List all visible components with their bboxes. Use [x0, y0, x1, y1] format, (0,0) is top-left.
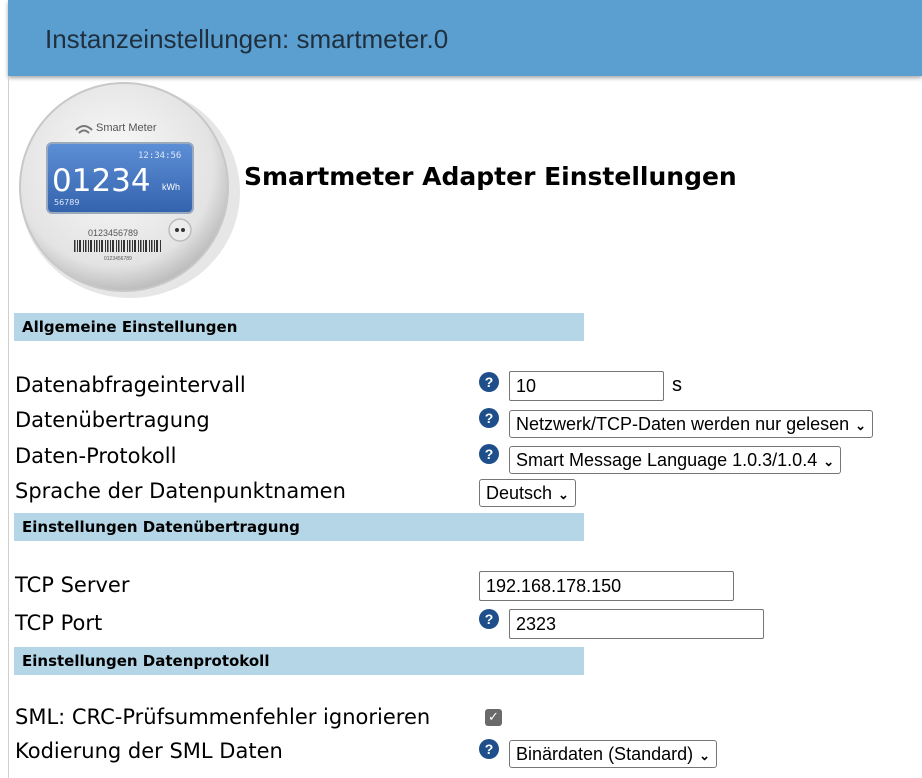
smart-meter-image: Smart Meter 12:34:56 01234 kWh 56789 012…	[19, 82, 240, 298]
section-general-header: Allgemeine Einstellungen	[14, 313, 584, 341]
tcp-port-input[interactable]	[509, 609, 764, 639]
tcp-server-input[interactable]	[479, 571, 734, 601]
encoding-label: Kodierung der SML Daten	[15, 739, 283, 763]
protocol-label: Daten-Protokoll	[15, 444, 177, 468]
tcp-server-label: TCP Server	[15, 573, 130, 597]
language-select-value: Deutsch	[486, 483, 553, 503]
language-select[interactable]: Deutsch ⌄	[479, 479, 576, 507]
meter-unit: kWh	[162, 182, 180, 192]
language-label: Sprache der Datenpunktnamen	[15, 479, 346, 503]
crc-ignore-label: SML: CRC-Prüfsummenfehler ignorieren	[15, 705, 431, 729]
section-transmission-header: Einstellungen Datenübertragung	[14, 513, 584, 541]
interval-label: Datenabfrageintervall	[15, 373, 246, 397]
meter-barcode-number: 0123456789	[88, 228, 138, 238]
transfer-select-value: Netzwerk/TCP-Daten werden nur gelesen	[516, 414, 850, 434]
chevron-down-icon: ⌄	[855, 418, 867, 433]
help-circle-icon[interactable]: ?	[479, 609, 499, 629]
tcp-port-label: TCP Port	[15, 611, 103, 635]
section-protocol-header: Einstellungen Datenprotokoll	[14, 647, 584, 675]
chevron-down-icon: ⌄	[558, 487, 569, 502]
meter-brand: Smart Meter	[96, 122, 157, 134]
checkmark-icon: ✓	[488, 710, 499, 725]
content-border	[8, 76, 9, 778]
transfer-label: Datenübertragung	[15, 408, 210, 432]
meter-reading: 01234	[52, 163, 151, 199]
transfer-select[interactable]: Netzwerk/TCP-Daten werden nur gelesen ⌄	[509, 410, 874, 438]
help-circle-icon[interactable]: ?	[479, 408, 499, 428]
interval-unit: s	[672, 374, 682, 396]
help-circle-icon[interactable]: ?	[479, 444, 499, 464]
chevron-down-icon: ⌄	[823, 454, 835, 469]
dialog-header: Instanzeinstellungen: smartmeter.0	[8, 0, 922, 76]
protocol-select[interactable]: Smart Message Language 1.0.3/1.0.4 ⌄	[509, 446, 842, 474]
protocol-select-value: Smart Message Language 1.0.3/1.0.4	[516, 450, 818, 470]
meter-barcode-small: 0123456789	[104, 256, 132, 262]
page-title: Smartmeter Adapter Einstellungen	[244, 162, 737, 191]
encoding-select[interactable]: Binärdaten (Standard) ⌄	[509, 740, 718, 768]
encoding-select-value: Binärdaten (Standard)	[516, 744, 694, 764]
crc-ignore-checkbox[interactable]: ✓	[485, 709, 502, 726]
dialog-title: Instanzeinstellungen: smartmeter.0	[45, 24, 449, 54]
meter-sub: 56789	[54, 198, 79, 207]
interval-input[interactable]	[509, 371, 664, 401]
chevron-down-icon: ⌄	[699, 748, 711, 763]
meter-time: 12:34:56	[138, 151, 181, 161]
help-circle-icon[interactable]: ?	[479, 739, 499, 759]
help-circle-icon[interactable]: ?	[479, 372, 499, 392]
